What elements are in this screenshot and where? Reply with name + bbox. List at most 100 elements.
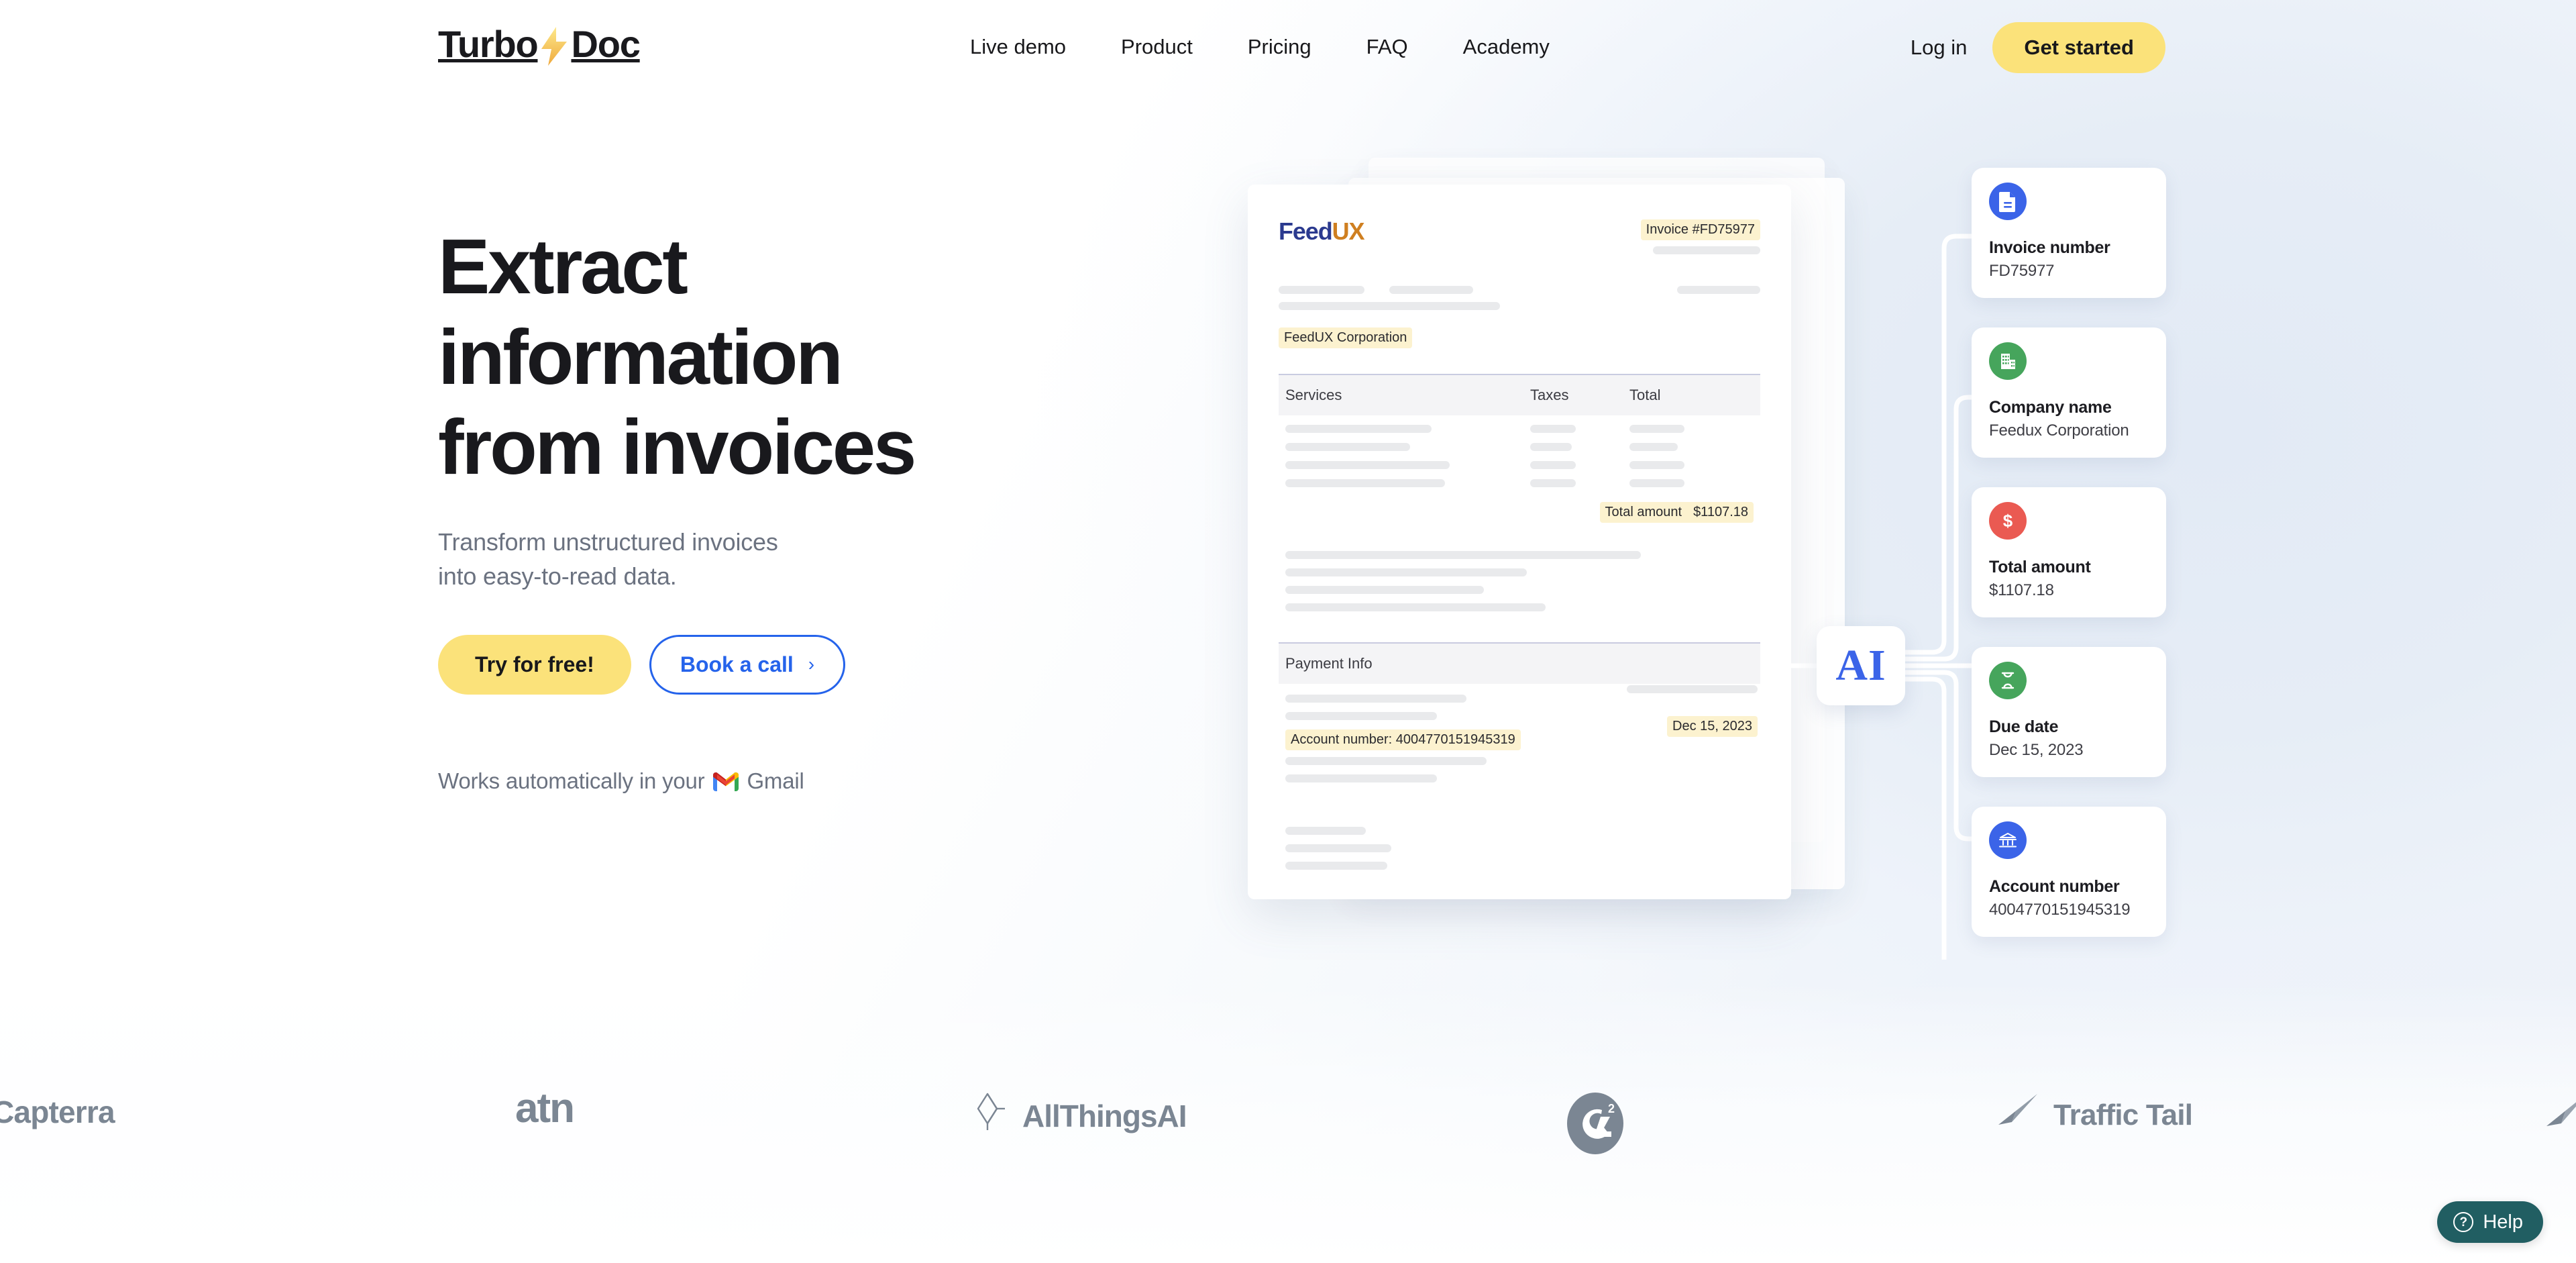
extracted-card-value: 4004770151945319 — [1989, 901, 2131, 919]
skeleton-line — [1629, 479, 1684, 487]
gmail-integration-note: Works automatically in your Gmail — [438, 768, 1243, 794]
page-title: Extract information from invoices — [438, 221, 1243, 493]
dollar-icon: $ — [1989, 502, 2027, 540]
address-column-1 — [1279, 286, 1413, 318]
skeleton-line — [1629, 425, 1684, 433]
skeleton-line — [1285, 568, 1527, 576]
payment-info-header: Payment Info — [1279, 642, 1760, 684]
address-column-2 — [1389, 286, 1557, 318]
logo-atn-label: atn — [515, 1085, 575, 1131]
invoice-document: FeedUX Invoice #FD75977 FeedUX Corporati… — [1248, 185, 1791, 899]
chevron-right-icon: › — [808, 654, 815, 675]
site-header: Turbo Doc Live demo Product Pricing FAQ … — [0, 0, 2576, 107]
ai-badge: AI — [1817, 626, 1905, 705]
total-amount-highlight: Total amount $1107.18 — [1599, 502, 1754, 523]
gmail-note-suffix: Gmail — [747, 768, 804, 793]
payment-info-body: Dec 15, 2023 Account number: 40047701519… — [1279, 684, 1760, 782]
extracted-fields-list: Invoice number FD75977 Company name Feed… — [1972, 168, 2166, 966]
nav-item-live-demo[interactable]: Live demo — [943, 35, 1093, 59]
skeleton-line — [1285, 862, 1387, 870]
invoice-notes-block — [1279, 551, 1760, 611]
logo-traffic-tail-label: Traffic Tail — [2053, 1098, 2193, 1131]
invoice-number-block: Invoice #FD75977 — [1640, 219, 1760, 254]
svg-text:$: $ — [2003, 511, 2013, 531]
invoice-footer-block — [1279, 827, 1760, 870]
hero-subtitle-line-1: Transform unstructured invoices — [438, 527, 778, 556]
extracted-card-due-date[interactable]: Due date Dec 15, 2023 — [1972, 647, 2166, 777]
skeleton-line — [1285, 827, 1366, 835]
due-date-highlight: Dec 15, 2023 — [1667, 716, 1758, 737]
table-header-taxes: Taxes — [1530, 387, 1569, 403]
feedux-logo-feed: Feed — [1279, 217, 1333, 245]
help-button-label: Help — [2483, 1211, 2523, 1233]
extracted-card-label: Invoice number — [1989, 238, 2110, 257]
skeleton-line — [1285, 712, 1437, 720]
login-link[interactable]: Log in — [1911, 36, 1992, 60]
invoice-company-block: FeedUX Corporation — [1279, 327, 1760, 348]
account-number-highlight: Account number: 4004770151945319 — [1285, 729, 1521, 750]
table-header-total: Total — [1629, 387, 1661, 403]
skeleton-line — [1389, 286, 1473, 294]
extracted-card-invoice-number[interactable]: Invoice number FD75977 — [1972, 168, 2166, 298]
address-column-3 — [1677, 286, 1760, 318]
skeleton-line — [1530, 461, 1576, 469]
nav-item-academy[interactable]: Academy — [1436, 35, 1577, 59]
extracted-card-account-number[interactable]: Account number 4004770151945319 — [1972, 807, 2166, 937]
document-icon — [1989, 183, 2027, 220]
building-icon — [1989, 342, 2027, 380]
skeleton-line — [1530, 425, 1576, 433]
skeleton-line — [1285, 844, 1391, 852]
skeleton-line — [1285, 479, 1445, 487]
hero-title-line-1: Extract — [438, 223, 688, 310]
invoice-table-rows — [1279, 415, 1760, 487]
invoice-address-block — [1279, 286, 1760, 318]
logo-g2: 2 — [1563, 1091, 1627, 1156]
get-started-button[interactable]: Get started — [1992, 22, 2165, 73]
table-row — [1285, 461, 1754, 469]
skeleton-line — [1285, 425, 1432, 433]
svg-text:2: 2 — [1608, 1102, 1615, 1115]
skeleton-line — [1530, 443, 1572, 451]
question-mark-icon: ? — [2453, 1212, 2474, 1232]
allthingsai-mark-icon — [974, 1091, 1012, 1140]
skeleton-line — [1627, 685, 1758, 693]
gmail-icon — [713, 772, 739, 793]
extracted-card-total-amount[interactable]: $ Total amount $1107.18 — [1972, 487, 2166, 617]
skeleton-line — [1530, 479, 1576, 487]
primary-navigation: Live demo Product Pricing FAQ Academy — [943, 35, 1577, 59]
skeleton-line — [1279, 286, 1364, 294]
skeleton-line — [1285, 551, 1641, 559]
invoice-header-row: FeedUX Invoice #FD75977 — [1279, 219, 1760, 254]
skeleton-line — [1629, 461, 1684, 469]
skeleton-line — [1677, 286, 1760, 294]
book-a-call-label: Book a call — [680, 652, 794, 676]
hero-title-line-3: from invoices — [438, 403, 916, 491]
help-button[interactable]: ? Help — [2437, 1201, 2543, 1243]
feedux-logo: FeedUX — [1279, 217, 1365, 245]
book-a-call-button[interactable]: Book a call › — [649, 634, 846, 695]
brand-logo[interactable]: Turbo Doc — [438, 25, 641, 66]
hourglass-icon — [1989, 662, 2027, 699]
invoice-table-header: Services Taxes Total — [1279, 374, 1760, 415]
nav-item-faq[interactable]: FAQ — [1339, 35, 1436, 59]
skeleton-line — [1285, 461, 1450, 469]
try-for-free-button[interactable]: Try for free! — [438, 634, 631, 695]
lightning-bolt-icon — [539, 27, 570, 66]
skeleton-line — [1653, 246, 1760, 254]
table-row — [1285, 443, 1754, 451]
extracted-card-value: $1107.18 — [1989, 581, 2054, 599]
skeleton-line — [1285, 757, 1487, 765]
extracted-card-label: Due date — [1989, 717, 2059, 736]
traffic-tail-arrow-icon — [1996, 1093, 2043, 1138]
nav-item-pricing[interactable]: Pricing — [1220, 35, 1339, 59]
logo-allthingsai-label: AllThingsAI — [1022, 1098, 1187, 1133]
hero-copy: Extract information from invoices Transf… — [438, 221, 1243, 794]
extracted-card-company-name[interactable]: Company name Feedux Corporation — [1972, 327, 2166, 458]
logo-traffic-tail: Traffic Tail — [1996, 1093, 2193, 1138]
hero-title-line-2: information — [438, 313, 843, 401]
header-auth-actions: Log in Get started — [1911, 22, 2165, 73]
nav-item-product[interactable]: Product — [1093, 35, 1220, 59]
table-row — [1285, 425, 1754, 433]
extracted-card-label: Total amount — [1989, 558, 2091, 576]
skeleton-line — [1285, 443, 1410, 451]
